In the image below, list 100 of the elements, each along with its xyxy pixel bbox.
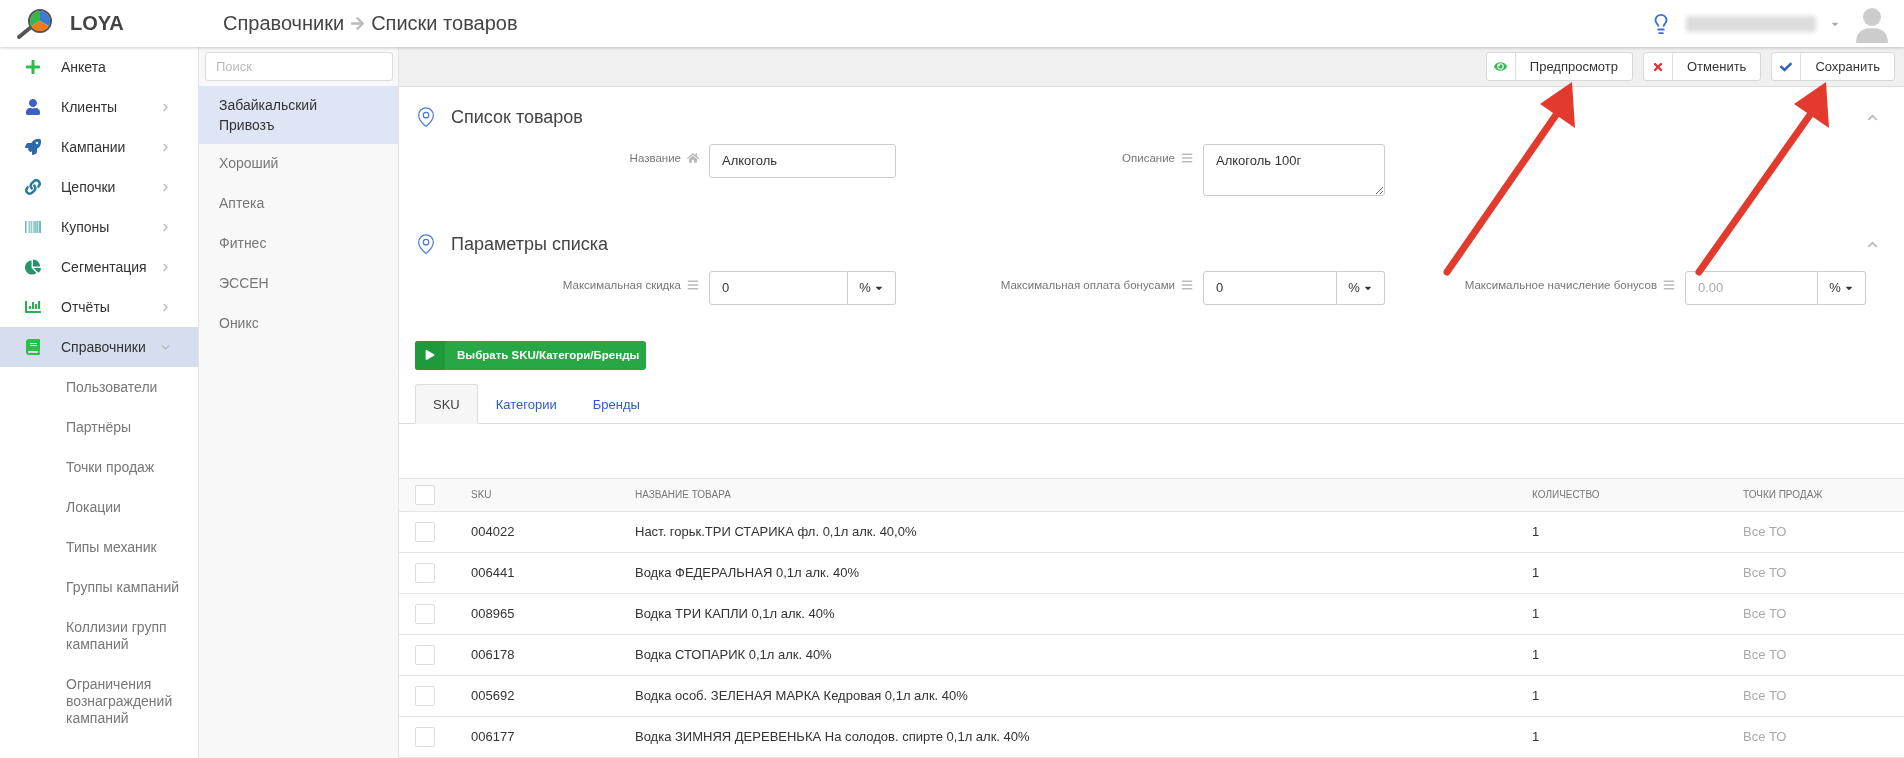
- list-item[interactable]: ЭССЕН: [199, 264, 398, 304]
- table-cell-text: 008965: [471, 606, 516, 622]
- table-cell-text: 1: [1532, 647, 1541, 663]
- toolbar-button[interactable]: Отменить: [1643, 52, 1762, 81]
- unit-dropdown[interactable]: %: [1337, 270, 1385, 305]
- tab[interactable]: Категории: [477, 384, 575, 425]
- sidebar-subitem[interactable]: Локации: [0, 487, 198, 527]
- lines-icon: [1663, 278, 1675, 291]
- sidebar-subitem[interactable]: Партнёры: [0, 407, 198, 447]
- checkbox[interactable]: [415, 686, 435, 706]
- table-cell-text: 1: [1532, 729, 1541, 745]
- description-field[interactable]: Алкоголь 100г: [1203, 143, 1385, 196]
- sidebar-item[interactable]: Клиенты: [0, 87, 198, 127]
- table-cell-text: 1: [1532, 688, 1541, 704]
- sidebar-subitem[interactable]: Ограничения вознаграждений кампаний: [0, 664, 198, 738]
- play-icon: [425, 350, 435, 361]
- link-icon: [25, 179, 41, 195]
- logo-text: LOYA: [70, 12, 124, 35]
- sidebar-subitem[interactable]: Коллизии групп кампаний: [0, 607, 198, 664]
- lines-icon: [1181, 278, 1193, 291]
- table-cell-text: 006441: [471, 565, 516, 581]
- list-item[interactable]: Хороший: [199, 144, 398, 184]
- percent-field[interactable]: 0: [709, 270, 848, 305]
- table-cell-text: 1: [1532, 524, 1541, 540]
- table-cell-text: 006177: [471, 729, 516, 745]
- table-cell-text: Все ТО: [1743, 606, 1788, 622]
- table-cell-text: Все ТО: [1743, 524, 1788, 540]
- user-icon: [25, 99, 41, 115]
- check-icon: [1780, 60, 1793, 73]
- table-cell-text: Все ТО: [1743, 647, 1788, 663]
- barcode-icon: [25, 219, 41, 235]
- tab[interactable]: Бренды: [574, 384, 658, 425]
- pie-chart-icon: [25, 259, 41, 275]
- checkbox[interactable]: [415, 563, 435, 583]
- checkbox[interactable]: [415, 522, 435, 542]
- sidebar-item[interactable]: Справочники: [0, 327, 198, 367]
- column-header[interactable]: SKU: [471, 489, 635, 501]
- section-title: Параметры списка: [451, 233, 610, 255]
- sidebar-subitem[interactable]: Пользователи: [0, 367, 198, 407]
- checkbox[interactable]: [415, 645, 435, 665]
- book-icon: [25, 339, 41, 355]
- table-cell-text: Все ТО: [1743, 688, 1788, 704]
- list-item[interactable]: Аптека: [199, 184, 398, 224]
- search-field[interactable]: Поиск: [205, 52, 393, 81]
- tab[interactable]: SKU: [415, 384, 478, 425]
- list-item[interactable]: Забайкальский Привозъ: [199, 86, 398, 144]
- checkbox[interactable]: [415, 727, 435, 747]
- sidebar-subitem[interactable]: Типы механик: [0, 527, 198, 567]
- breadcrumb-item: Списки товаров: [371, 12, 518, 35]
- list-item[interactable]: Оникс: [199, 304, 398, 344]
- toolbar-button[interactable]: Предпросмотр: [1485, 52, 1633, 81]
- column-header[interactable]: НАЗВАНИЕ ТОВАРА: [635, 489, 1532, 501]
- sidebar-item[interactable]: Цепочки: [0, 167, 198, 207]
- unit-dropdown[interactable]: %: [848, 270, 896, 305]
- table-cell-text: Все ТО: [1743, 729, 1788, 745]
- table-cell-text: Водка ФЕДЕРАЛЬНАЯ 0,1л алк. 40%: [635, 565, 860, 581]
- table-cell-text: 004022: [471, 524, 516, 540]
- table-cell-text: Водка СТОПАРИК 0,1л алк. 40%: [635, 647, 833, 663]
- arrow-right-icon: [350, 16, 366, 31]
- map-pin-icon: [415, 233, 437, 256]
- table-cell-text: 1: [1532, 606, 1541, 622]
- field-label: Описание: [1122, 151, 1175, 164]
- breadcrumb-item[interactable]: Справочники: [223, 12, 345, 35]
- table-cell-text: Водка особ. ЗЕЛЕНАЯ МАРКА Кедровая 0,1л алк. 40%: [635, 688, 969, 704]
- map-pin-icon: [415, 106, 437, 129]
- rocket-icon: [25, 139, 41, 155]
- sidebar-item[interactable]: Кампании: [0, 127, 198, 167]
- percent-field[interactable]: 0: [1203, 270, 1337, 305]
- home-icon: [687, 151, 699, 164]
- percent-field[interactable]: 0.00: [1685, 270, 1818, 305]
- sidebar-subitem[interactable]: Точки продаж: [0, 447, 198, 487]
- close-icon: [1652, 60, 1664, 73]
- sidebar-item[interactable]: Анкета: [0, 47, 198, 87]
- column-header[interactable]: ТОЧКИ ПРОДАЖ: [1743, 489, 1904, 501]
- eye-icon: [1494, 60, 1508, 73]
- plus-icon: [25, 59, 41, 75]
- checkbox[interactable]: [415, 484, 435, 505]
- sidebar-subitem[interactable]: Группы кампаний: [0, 567, 198, 607]
- list-item[interactable]: Фитнес: [199, 224, 398, 264]
- unit-dropdown[interactable]: %: [1818, 270, 1866, 305]
- bar-chart-icon: [25, 299, 41, 315]
- name-field[interactable]: Алкоголь: [709, 143, 896, 178]
- section-title: Список товаров: [451, 106, 584, 128]
- field-label: Максимальная скидка: [562, 278, 681, 291]
- column-header[interactable]: КОЛИЧЕСТВО: [1532, 489, 1743, 501]
- table-cell-text: 1: [1532, 565, 1541, 581]
- table-cell-text: 006178: [471, 647, 516, 663]
- toolbar-button[interactable]: Сохранить: [1771, 52, 1895, 81]
- field-label: Максимальная оплата бонусами: [1000, 278, 1175, 291]
- table-cell-text: 005692: [471, 688, 516, 704]
- lines-icon: [1181, 151, 1193, 164]
- table-cell-text: Водка ЗИМНЯЯ ДЕРЕВЕНЬКА На солодов. спирте 0,1л алк. 40%: [635, 729, 1031, 745]
- lines-icon: [687, 278, 699, 291]
- sidebar-item[interactable]: Сегментация: [0, 247, 198, 287]
- field-label: Максимальное начисление бонусов: [1464, 278, 1657, 291]
- table-cell-text: Наст. горьк.ТРИ СТАРИКА фл. 0,1л алк. 40,0%: [635, 524, 918, 540]
- checkbox[interactable]: [415, 604, 435, 624]
- table-cell-text: Все ТО: [1743, 565, 1788, 581]
- sidebar-item[interactable]: Купоны: [0, 207, 198, 247]
- sidebar-item[interactable]: Отчёты: [0, 287, 198, 327]
